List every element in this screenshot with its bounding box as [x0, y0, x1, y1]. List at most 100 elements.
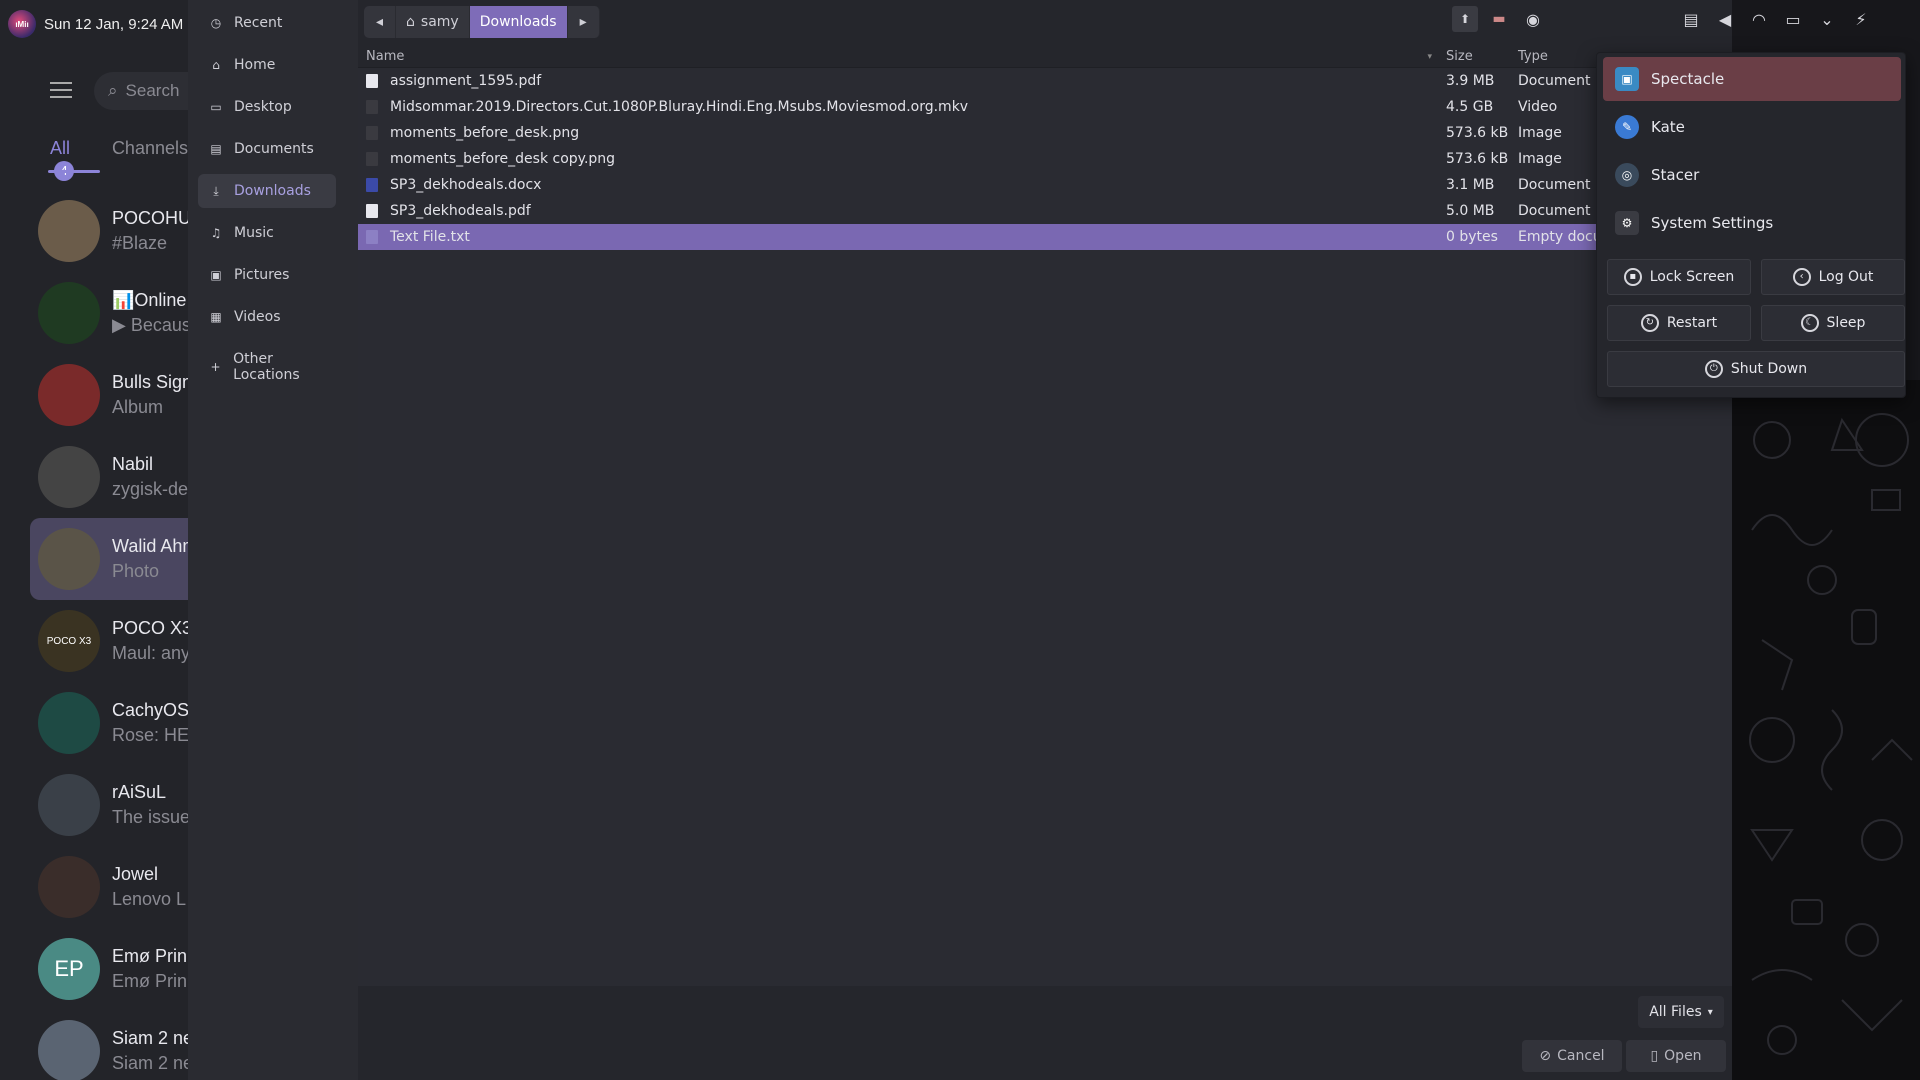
tray-app-icon-2[interactable]: ▬	[1486, 6, 1512, 32]
sidebar-item-videos[interactable]: ▦ Videos	[198, 300, 336, 334]
file-name: moments_before_desk copy.png	[390, 151, 616, 167]
avatar	[38, 200, 100, 262]
battery-icon[interactable]: ▭	[1780, 6, 1806, 32]
chat-list-item[interactable]: Jowel Lenovo L	[0, 846, 188, 928]
file-row[interactable]: assignment_1595.pdf 3.9 MB Document	[358, 68, 1732, 94]
tab-channels[interactable]: Channels	[112, 138, 188, 181]
menu-item-stacer[interactable]: ◎ Stacer	[1603, 153, 1901, 197]
file-chooser-main: ◂ ⌂ samy Downloads ▸ Name ▾ Size Type assi…	[358, 0, 1732, 1080]
desktop-icon: ▭	[210, 100, 222, 114]
file-row[interactable]: Text File.txt 0 bytes Empty document	[358, 224, 1732, 250]
wifi-icon[interactable]: ◠	[1746, 6, 1772, 32]
plus-icon: +	[210, 360, 221, 374]
file-filter-dropdown[interactable]: All Files ▾	[1638, 996, 1724, 1028]
path-forward-button[interactable]: ▸	[567, 6, 600, 38]
hamburger-menu-icon[interactable]	[50, 82, 72, 98]
sidebar-item-label: Recent	[234, 15, 283, 31]
stacer-icon: ◎	[1615, 163, 1639, 187]
chat-list-item[interactable]: Bulls Signal Album	[0, 354, 188, 436]
logout-icon: ‹	[1792, 268, 1811, 286]
file-row[interactable]: moments_before_desk.png 573.6 kB Image	[358, 120, 1732, 146]
cancel-icon: ⊘	[1539, 1048, 1552, 1064]
sleep-button[interactable]: ☾ Sleep	[1761, 305, 1905, 341]
chat-preview: Album	[112, 397, 164, 417]
column-header-name[interactable]: Name ▾	[358, 49, 1440, 64]
chat-preview: zygisk-de	[112, 479, 188, 499]
sidebar-item-other-locations[interactable]: + Other Locations	[198, 350, 336, 384]
documents-icon: ▤	[210, 142, 222, 156]
sidebar-item-home[interactable]: ⌂ Home	[198, 48, 336, 82]
sidebar-item-documents[interactable]: ▤ Documents	[198, 132, 336, 166]
chat-list-item[interactable]: CachyOS Rose: HE	[0, 682, 188, 764]
chat-name: Walid Ahmed	[112, 536, 188, 556]
chat-list-item[interactable]: rAiSuL The issue	[0, 764, 188, 846]
music-icon: ♫	[210, 226, 222, 240]
sleep-icon: ☾	[1800, 314, 1819, 332]
sidebar-item-label: Desktop	[234, 99, 292, 115]
file-type-icon	[366, 100, 378, 114]
chat-wallpaper-doodle	[1732, 380, 1920, 1080]
chat-list-item[interactable]: Siam 2 ne Siam 2 ne	[0, 1010, 188, 1080]
log-out-button[interactable]: ‹ Log Out	[1761, 259, 1905, 295]
clock-widget[interactable]: ıMiı Sun 12 Jan, 9:24 AM	[8, 8, 188, 40]
menu-item-kate[interactable]: ✎ Kate	[1603, 105, 1901, 149]
avatar	[38, 364, 100, 426]
chat-search-input[interactable]: ⌕ Search	[94, 72, 188, 110]
sort-arrow-icon: ▾	[1427, 51, 1432, 62]
chat-folder-tabs: All4 Channels	[50, 138, 188, 181]
open-button[interactable]: ▯ Open	[1626, 1040, 1726, 1072]
session-menu-icon[interactable]: ⚡	[1848, 6, 1874, 32]
clipboard-icon[interactable]: ▤	[1678, 6, 1704, 32]
path-current-button[interactable]: Downloads	[469, 6, 568, 38]
sidebar-item-downloads[interactable]: ⤓ Downloads	[198, 174, 336, 208]
chat-name: Nabil	[112, 454, 154, 474]
file-type-icon	[366, 178, 378, 192]
chat-preview: Maul: any	[112, 643, 188, 663]
chevron-down-icon[interactable]: ⌄	[1814, 6, 1840, 32]
shut-down-button[interactable]: ⏻ Shut Down	[1607, 351, 1905, 387]
tray-app-icon-1[interactable]: ⬆	[1452, 6, 1478, 32]
chat-list-item[interactable]: EP Emø Prin Emø Prin	[0, 928, 188, 1010]
file-row[interactable]: Midsommar.2019.Directors.Cut.1080P.Blura…	[358, 94, 1732, 120]
restart-button[interactable]: ↻ Restart	[1607, 305, 1751, 341]
session-popup-menu: ▣ Spectacle ✎ Kate ◎ Stacer ⚙ System Set…	[1596, 52, 1906, 398]
file-row[interactable]: SP3_dekhodeals.pdf 5.0 MB Document	[358, 198, 1732, 224]
path-back-button[interactable]: ◂	[364, 6, 397, 38]
file-type-icon	[366, 230, 378, 244]
home-icon: ⌂	[212, 58, 220, 72]
search-placeholder: Search	[125, 81, 180, 100]
dialog-footer: All Files ▾ ⊘ Cancel ▯ Open	[358, 986, 1732, 1080]
sidebar-item-music[interactable]: ♫ Music	[198, 216, 336, 250]
menu-item-system-settings[interactable]: ⚙ System Settings	[1603, 201, 1901, 245]
sidebar-item-label: Pictures	[234, 267, 290, 283]
file-size: 3.9 MB	[1446, 73, 1495, 89]
avatar: POCO X3	[38, 610, 100, 672]
datetime-label: Sun 12 Jan, 9:24 AM	[44, 15, 184, 33]
chat-list-item[interactable]: POCO X3 POCO X3 Maul: any	[0, 600, 188, 682]
chat-list-item[interactable]: POCOHUB #Blaze	[0, 190, 188, 272]
sidebar-item-pictures[interactable]: ▣ Pictures	[198, 258, 336, 292]
lock-screen-button[interactable]: ▪ Lock Screen	[1607, 259, 1751, 295]
file-name: Midsommar.2019.Directors.Cut.1080P.Blura…	[390, 99, 969, 115]
path-home-button[interactable]: ⌂ samy	[396, 6, 470, 38]
sidebar-item-desktop[interactable]: ▭ Desktop	[198, 90, 336, 124]
volume-icon[interactable]: ◀︎	[1712, 6, 1738, 32]
chat-list-item[interactable]: 📊Online ▶ Because	[0, 272, 188, 354]
sidebar-item-recent[interactable]: ◷ Recent	[198, 6, 336, 40]
distro-logo-icon[interactable]: ıMiı	[8, 10, 36, 38]
sidebar-item-label: Videos	[234, 309, 281, 325]
settings-icon: ⚙	[1615, 211, 1639, 235]
chat-list-item[interactable]: Nabil zygisk-de	[0, 436, 188, 518]
cancel-button[interactable]: ⊘ Cancel	[1522, 1040, 1622, 1072]
column-header-size[interactable]: Size	[1440, 49, 1510, 64]
chevron-down-icon: ▾	[1707, 1006, 1713, 1018]
tab-all[interactable]: All4	[50, 138, 90, 181]
tray-disc-icon[interactable]: ◉	[1520, 6, 1546, 32]
menu-item-spectacle[interactable]: ▣ Spectacle	[1603, 57, 1901, 101]
file-size: 573.6 kB	[1446, 151, 1509, 167]
file-row[interactable]: moments_before_desk copy.png 573.6 kB Imag…	[358, 146, 1732, 172]
places-sidebar: ◷ Recent ⌂ Home ▭ Desktop ▤ Documents ⤓ Downloads…	[188, 0, 358, 1080]
file-row[interactable]: SP3_dekhodeals.docx 3.1 MB Document	[358, 172, 1732, 198]
chat-list-item[interactable]: Walid Ahmed Photo	[30, 518, 188, 600]
sidebar-item-label: Documents	[234, 141, 314, 157]
